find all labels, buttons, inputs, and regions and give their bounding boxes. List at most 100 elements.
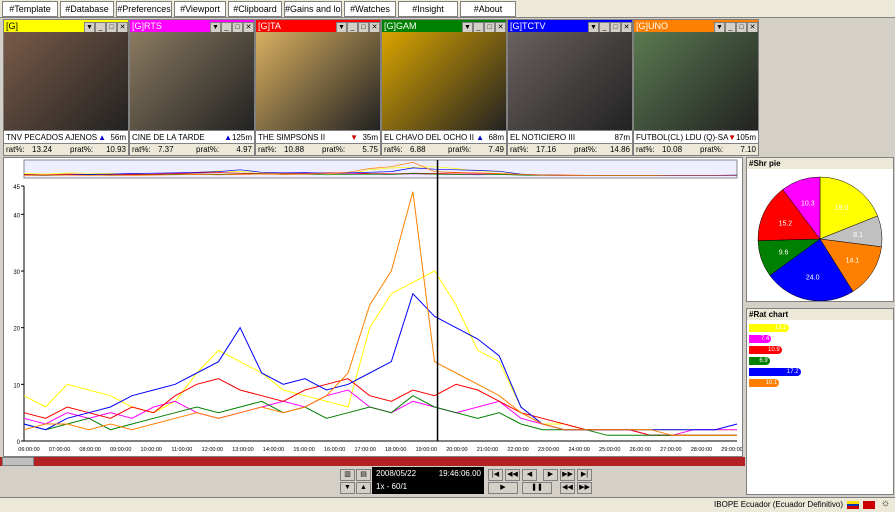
player-speed: 1x - 60/1 (376, 482, 408, 491)
menu-clipboard[interactable]: #Clipboard (228, 1, 282, 17)
program-duration: 35m (362, 131, 378, 143)
rat-bar: 10.9 (749, 346, 782, 354)
channel-panel[interactable]: [G] ▼ _ □ ✕ TNV PECADOS AJENOS ▲ 56m rat%: 13.24 p… (3, 19, 129, 156)
rewind-icon[interactable]: ◀◀ (505, 469, 520, 481)
x-tick-label: 27:00:00 (660, 447, 681, 453)
step-forward-icon[interactable]: ▶ (543, 469, 558, 481)
settings-icon[interactable]: ☼ (881, 498, 890, 509)
channel-panel[interactable]: [G]RTS ▼ _ □ ✕ CINE DE LA TARDE ▲ 125m rat%: 7.37… (129, 19, 255, 156)
up-arrow-icon[interactable]: ▲ (356, 482, 371, 494)
trend-icon: ▼ (350, 133, 358, 142)
calendar-icon[interactable] (863, 501, 875, 509)
channel-panel[interactable]: [G]UNO ▼ _ □ ✕ FUTBOL(CL) LDU (Q)-SA ▼ 105m rat%… (633, 19, 759, 156)
channel-video[interactable] (508, 32, 632, 130)
rat-label: rat%: (510, 145, 529, 154)
menu-viewport[interactable]: #Viewport (174, 1, 226, 17)
share-pie-title: #Shr pie (747, 158, 893, 169)
slow-forward-icon[interactable]: ▶▶ (577, 482, 592, 494)
channel-title[interactable]: [G] ▼ _ □ ✕ (4, 20, 128, 33)
channel-name: [G]UNO (636, 21, 669, 31)
x-tick-label: 08:00:00 (79, 447, 100, 453)
program-name: EL NOTICIERO III (510, 133, 576, 142)
channel-title[interactable]: [G]RTS ▼ _ □ ✕ (130, 20, 254, 33)
last-frame-icon[interactable]: ▶| (577, 469, 592, 481)
menu-preferences[interactable]: #Preferences (116, 1, 172, 17)
channel-video[interactable] (256, 32, 380, 130)
y-tick-label: 30 (13, 270, 20, 276)
rat-bar: 13.2 (749, 324, 789, 332)
play-icon[interactable]: ▶ (488, 482, 518, 494)
rat-bar: 7.4 (749, 335, 772, 343)
slow-back-icon[interactable]: ◀◀ (560, 482, 575, 494)
rat-bar: 6.9 (749, 357, 770, 365)
x-tick-label: 21:00:00 (477, 447, 498, 453)
first-frame-icon[interactable]: |◀ (488, 469, 503, 481)
down-arrow-icon[interactable]: ▼ (340, 482, 355, 494)
menu-about[interactable]: #About (460, 1, 516, 17)
x-tick-label: 16:00:00 (324, 447, 345, 453)
prat-value: 14.86 (609, 145, 630, 154)
prat-label: prat%: (700, 145, 724, 154)
pie-label: 19.0 (835, 205, 849, 212)
prat-value: 10.93 (105, 145, 126, 154)
program-duration: 87m (614, 131, 630, 143)
series-line (23, 270, 737, 431)
channel-panel[interactable]: [G]GAM ▼ _ □ ✕ EL CHAVO DEL OCHO II ▲ 68m rat%: 6… (381, 19, 507, 156)
channel-title[interactable]: [G]TCTV ▼ _ □ ✕ (508, 20, 632, 33)
window-buttons: ▼ _ □ ✕ (84, 20, 128, 33)
list-view-icon[interactable]: ▤ (356, 469, 371, 481)
flag-icon (847, 501, 859, 509)
rat-label: rat%: (384, 145, 403, 154)
program-name: CINE DE LA TARDE (132, 133, 205, 142)
status-bar: IBOPE Ecuador (Ecuador Definitivo) ☼ (0, 497, 895, 512)
channel-title[interactable]: [G]GAM ▼ _ □ ✕ (382, 20, 506, 33)
channel-video[interactable] (4, 32, 128, 130)
menu-bar: #Template #Database #Preferences #Viewpo… (0, 0, 895, 18)
channel-panel[interactable]: [G]TCTV ▼ _ □ ✕ EL NOTICIERO III 87m rat%: 17.16… (507, 19, 633, 156)
grid-view-icon[interactable]: ▥ (340, 469, 355, 481)
channel-title[interactable]: [G]TA ▼ _ □ ✕ (256, 20, 380, 33)
rat-label: rat%: (636, 145, 655, 154)
pie-label: 24.0 (806, 275, 820, 282)
trend-icon: ▲ (98, 133, 106, 142)
timeline-strip (0, 457, 745, 466)
channel-panel[interactable]: [G]TA ▼ _ □ ✕ THE SIMPSONS II ▼ 35m rat%: 10.88 pr… (255, 19, 381, 156)
rat-value: 10.88 (284, 145, 305, 154)
x-tick-label: 28:00:00 (691, 447, 712, 453)
pause-icon[interactable]: ❚❚ (522, 482, 552, 494)
x-tick-label: 19:00:00 (416, 447, 437, 453)
share-pie-panel: #Shr pie 19.0 8.1 14.1 24.0 9.6 15.2 10.3 (746, 157, 894, 302)
stats-row: rat%: 7.37 prat%: 4.97 (130, 143, 254, 155)
x-tick-label: 06:00:00 (18, 447, 39, 453)
stats-row: rat%: 10.08 prat%: 7.10 (634, 143, 758, 155)
step-back-icon[interactable]: ◀ (522, 469, 537, 481)
program-name: THE SIMPSONS II (258, 133, 326, 142)
x-tick-label: 26:00:00 (630, 447, 651, 453)
program-duration: 56m (110, 131, 126, 143)
fast-forward-icon[interactable]: ▶▶ (560, 469, 575, 481)
menu-gains-losses[interactable]: #Gains and losses (284, 1, 342, 17)
stats-row: rat%: 13.24 prat%: 10.93 (4, 143, 128, 155)
menu-template[interactable]: #Template (2, 1, 58, 17)
channel-title[interactable]: [G]UNO ▼ _ □ ✕ (634, 20, 758, 33)
y-tick-label: 40 (13, 213, 20, 219)
rat-value: 6.88 (410, 145, 426, 154)
channel-video[interactable] (130, 32, 254, 130)
channel-video[interactable] (634, 32, 758, 130)
menu-watches[interactable]: #Watches (344, 1, 396, 17)
program-duration: 105m (735, 131, 756, 143)
ratings-chart-svg[interactable]: 0 10 20 30 40 45 06:00:00 07:00:00 08:00:00 09:00… (4, 158, 743, 456)
x-tick-label: 23:00:00 (538, 447, 559, 453)
menu-database[interactable]: #Database (60, 1, 114, 17)
prat-label: prat%: (70, 145, 94, 154)
timeline-tab[interactable] (2, 457, 34, 466)
ratings-chart[interactable]: 0 10 20 30 40 45 06:00:00 07:00:00 08:00:00 09:00… (3, 157, 743, 457)
x-tick-label: 25:00:00 (599, 447, 620, 453)
channel-video[interactable] (382, 32, 506, 130)
menu-insight[interactable]: #Insight (398, 1, 458, 17)
series-line (23, 378, 737, 436)
player-time: 19:46:06.00 (438, 469, 481, 478)
rat-value: 7.37 (158, 145, 174, 154)
window-buttons: ▼ _ □ ✕ (210, 20, 254, 33)
rat-bar: 10.1 (749, 379, 780, 387)
